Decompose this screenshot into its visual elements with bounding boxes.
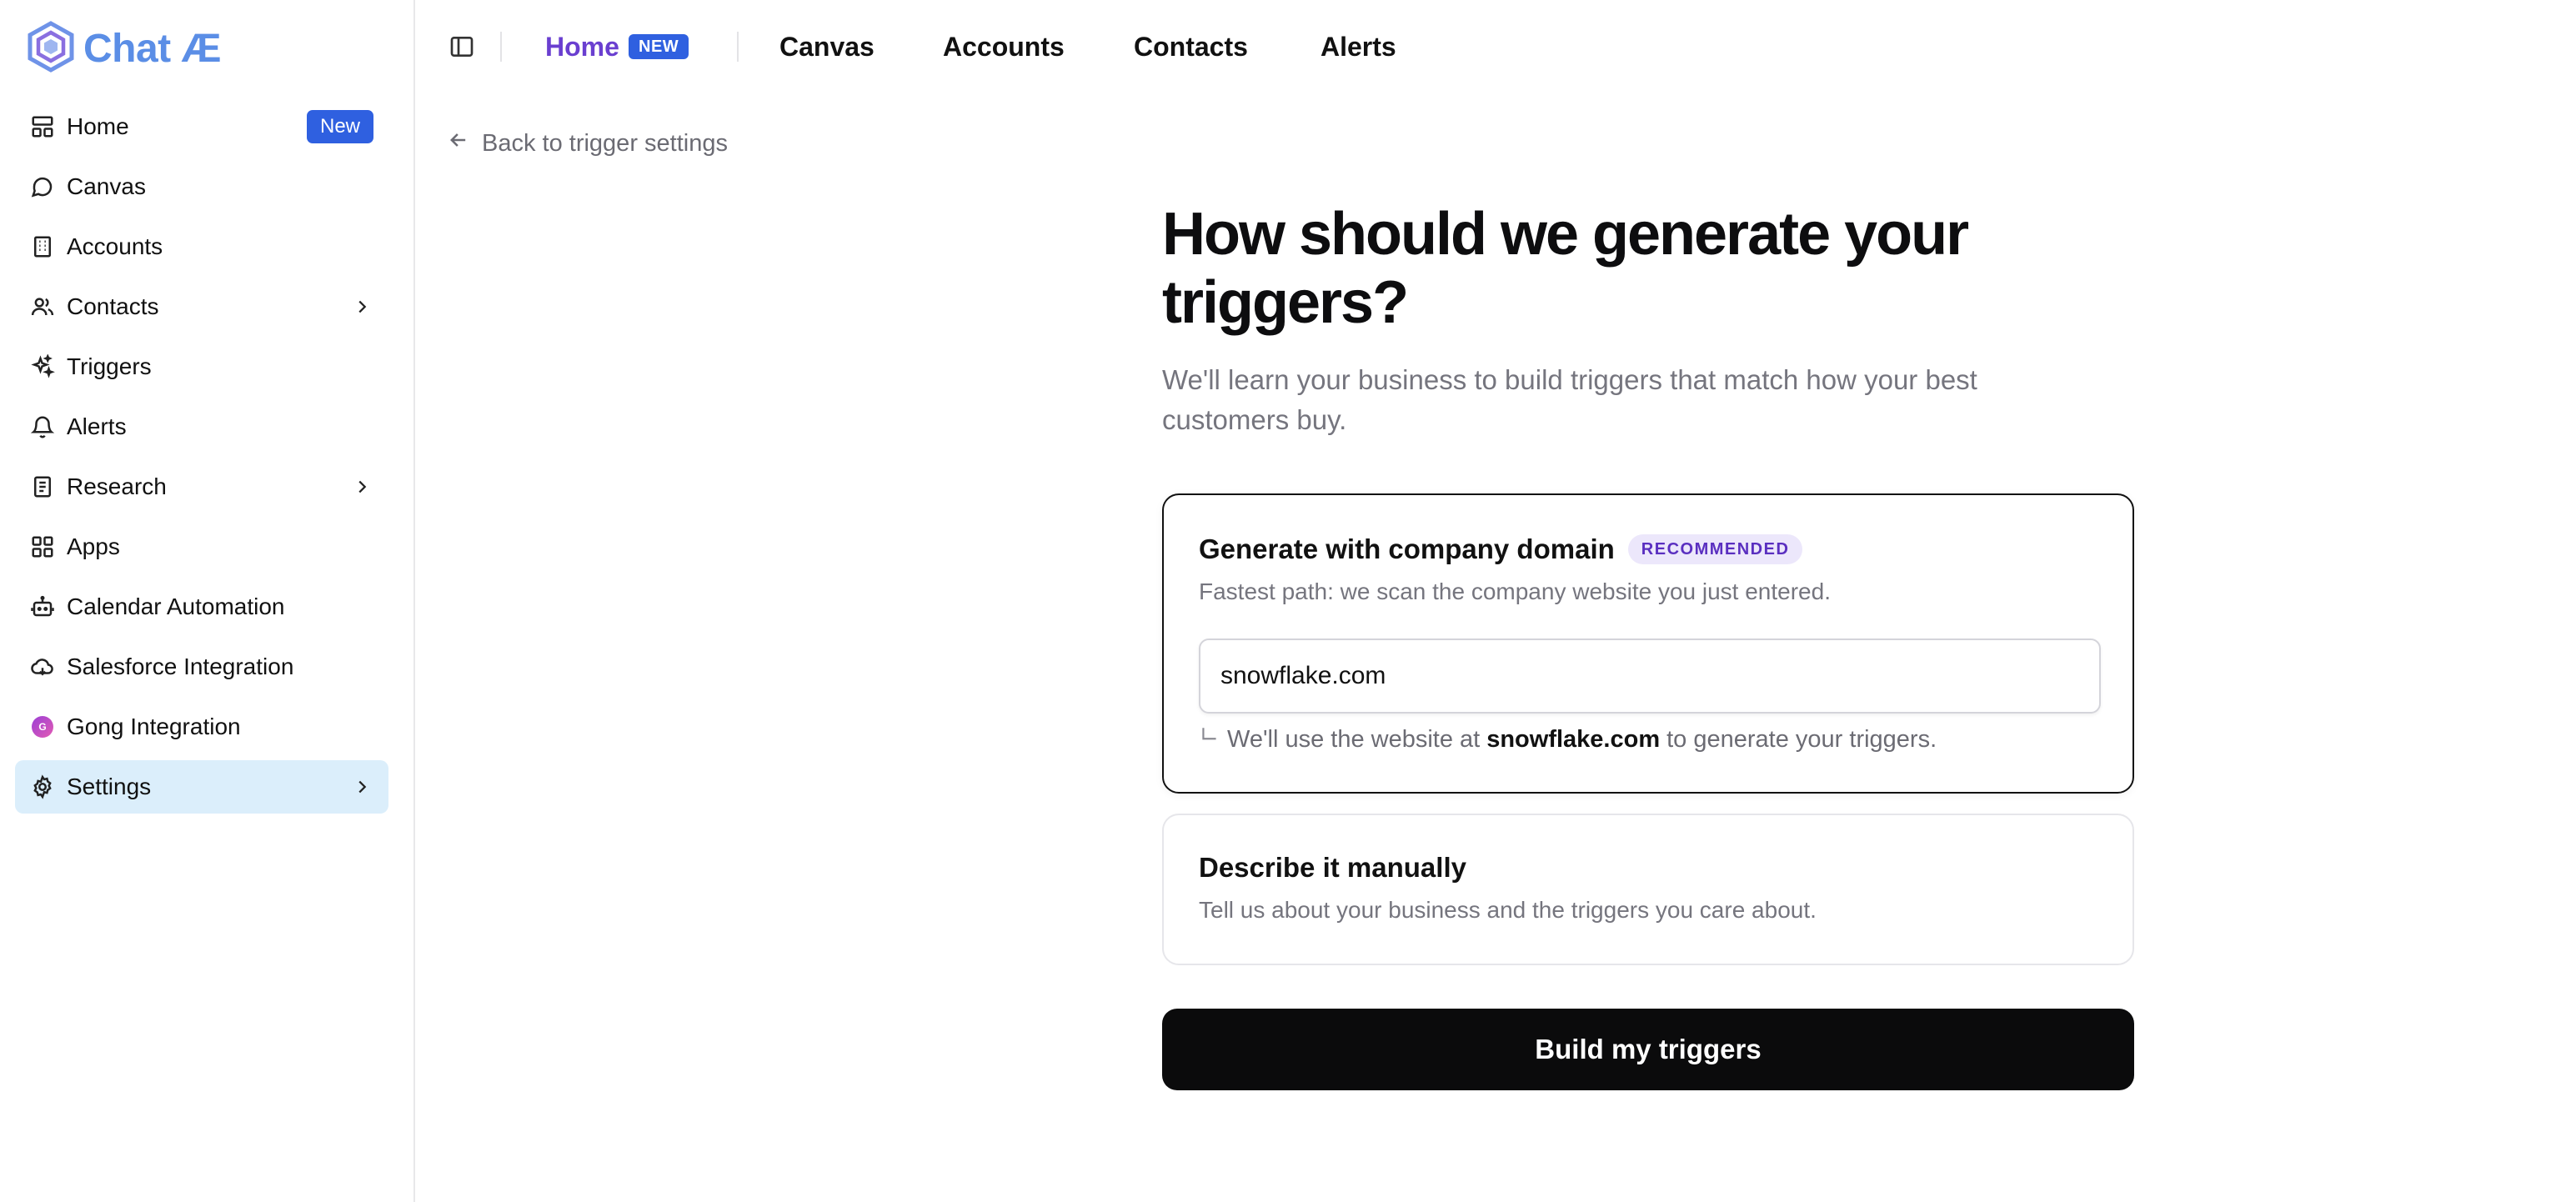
hint-domain: snowflake.com xyxy=(1486,725,1661,753)
notebook-icon xyxy=(28,473,57,501)
option-description: Fastest path: we scan the company websit… xyxy=(1199,578,1831,604)
tab-alerts[interactable]: Alerts xyxy=(1321,30,1396,63)
gong-logo-letter: G xyxy=(32,716,53,738)
sidebar-item-label: Canvas xyxy=(67,173,146,199)
build-my-triggers-button[interactable]: Build my triggers xyxy=(1162,1009,2134,1090)
sidebar-item-label: Gong Integration xyxy=(67,714,241,739)
users-icon xyxy=(28,293,57,321)
arrow-left-icon xyxy=(447,128,482,158)
chat-bubble-icon xyxy=(28,173,57,201)
bell-icon xyxy=(28,413,57,441)
option-title: Describe it manually xyxy=(1199,852,1466,883)
new-badge: New xyxy=(306,110,373,143)
sidebar-item-label: Salesforce Integration xyxy=(67,654,294,679)
tab-canvas[interactable]: Canvas xyxy=(779,30,875,63)
sparkles-icon xyxy=(28,353,57,381)
sidebar: Chat Æ Home New Canvas Accounts Contacts… xyxy=(0,0,415,1202)
page-title: How should we generate your triggers? xyxy=(1162,201,1969,336)
sidebar-item-alerts[interactable]: Alerts xyxy=(15,400,388,453)
page-subtitle: We'll learn your business to build trigg… xyxy=(1162,364,1977,435)
tab-contacts[interactable]: Contacts xyxy=(1134,30,1248,63)
option-title-row: Describe it manually xyxy=(1199,852,1466,884)
toolbar-divider xyxy=(737,32,739,62)
top-nav-bar: Home NEW Canvas Accounts Contacts Alerts xyxy=(417,0,2576,95)
chevron-right-icon[interactable] xyxy=(350,295,373,318)
sidebar-item-label: Contacts xyxy=(67,293,159,319)
back-to-trigger-settings-link[interactable]: Back to trigger settings xyxy=(447,127,728,160)
option-title: Generate with company domain xyxy=(1199,533,1615,564)
tab-new-badge: NEW xyxy=(629,34,689,59)
sidebar-item-label: Triggers xyxy=(67,353,152,379)
hint-suffix: to generate your triggers. xyxy=(1666,725,1937,753)
chevron-right-icon[interactable] xyxy=(350,775,373,799)
sidebar-item-calendar-automation[interactable]: Calendar Automation xyxy=(15,580,388,634)
sidebar-item-canvas[interactable]: Canvas xyxy=(15,160,388,213)
sidebar-item-triggers[interactable]: Triggers xyxy=(15,340,388,393)
sidebar-item-settings[interactable]: Settings xyxy=(15,760,388,814)
sidebar-toggle-icon[interactable] xyxy=(447,32,477,62)
hint-prefix: We'll use the website at xyxy=(1227,725,1481,753)
recommended-badge: RECOMMENDED xyxy=(1627,534,1803,564)
corner-down-right-icon xyxy=(1199,725,1227,754)
sidebar-item-label: Alerts xyxy=(67,413,127,439)
brand-name: Chat Æ xyxy=(83,26,222,71)
back-link-label: Back to trigger settings xyxy=(482,129,728,157)
grid-icon xyxy=(28,533,57,561)
sidebar-item-label: Home xyxy=(67,113,129,139)
gong-logo-icon: G xyxy=(28,713,57,741)
option-description: Tell us about your business and the trig… xyxy=(1199,897,1817,923)
bot-icon xyxy=(28,593,57,621)
sidebar-item-accounts[interactable]: Accounts xyxy=(15,220,388,273)
sidebar-item-label: Research xyxy=(67,473,167,499)
sidebar-item-label: Accounts xyxy=(67,233,163,259)
chevron-right-icon[interactable] xyxy=(350,475,373,498)
sidebar-item-label: Settings xyxy=(67,774,152,799)
sidebar-item-label: Apps xyxy=(67,533,120,559)
gear-icon xyxy=(28,773,57,801)
brand-logo[interactable]: Chat Æ xyxy=(27,20,222,77)
tab-home[interactable]: Home xyxy=(545,30,619,63)
sidebar-item-salesforce-integration[interactable]: Salesforce Integration xyxy=(15,640,388,694)
option-card-describe-manually[interactable]: Describe it manually Tell us about your … xyxy=(1162,814,2134,965)
tab-accounts[interactable]: Accounts xyxy=(943,30,1065,63)
option-title-row: Generate with company domain RECOMMENDED xyxy=(1199,533,1803,565)
sidebar-item-gong-integration[interactable]: G Gong Integration xyxy=(15,700,388,754)
toolbar-divider xyxy=(500,32,502,62)
sidebar-item-contacts[interactable]: Contacts xyxy=(15,280,388,333)
sidebar-item-research[interactable]: Research xyxy=(15,460,388,513)
building-icon xyxy=(28,233,57,261)
option-card-company-domain[interactable]: Generate with company domain RECOMMENDED… xyxy=(1162,493,2134,794)
hexagon-logo-icon xyxy=(27,20,75,77)
company-domain-input[interactable] xyxy=(1199,639,2101,714)
domain-hint: We'll use the website at snowflake.com t… xyxy=(1199,725,1937,754)
cloud-icon xyxy=(28,653,57,681)
layout-icon xyxy=(28,113,57,141)
sidebar-item-home[interactable]: Home New xyxy=(15,100,388,153)
sidebar-item-apps[interactable]: Apps xyxy=(15,520,388,573)
sidebar-item-label: Calendar Automation xyxy=(67,593,285,619)
sidebar-nav: Home New Canvas Accounts Contacts Trigge… xyxy=(15,100,388,820)
trigger-generation-panel: How should we generate your triggers? We… xyxy=(1162,200,2134,1090)
